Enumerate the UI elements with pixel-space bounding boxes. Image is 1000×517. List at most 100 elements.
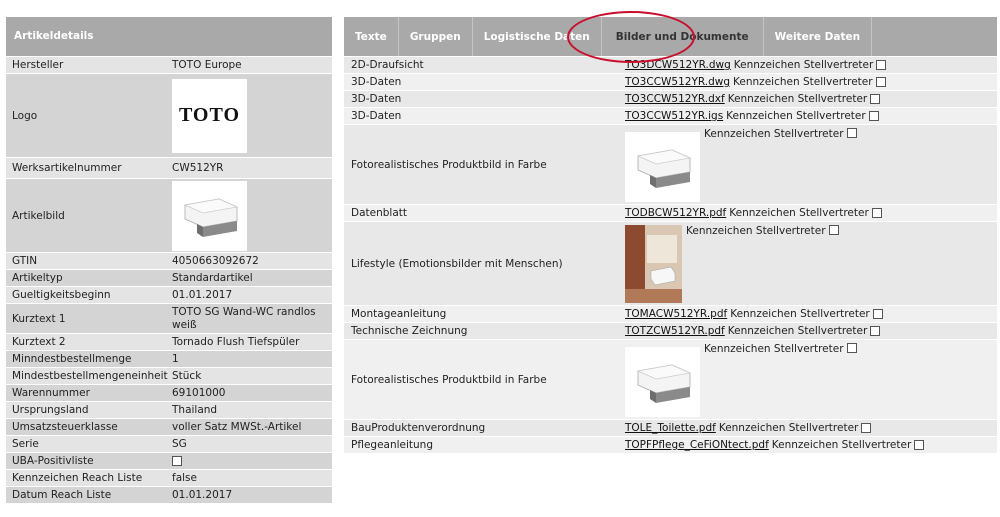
document-type: BauProduktenverordnung bbox=[351, 422, 486, 434]
detail-value: false bbox=[172, 472, 197, 484]
detail-row: Ursprungsland Thailand bbox=[6, 401, 332, 418]
document-type: Pflegeanleitung bbox=[351, 439, 434, 451]
toto-logo: TOTO bbox=[172, 78, 247, 153]
flag-label: Kennzeichen Stellvertreter bbox=[730, 308, 870, 320]
detail-row: Logo TOTO bbox=[6, 73, 332, 157]
document-link[interactable]: TODBCW512YR.pdf bbox=[625, 207, 726, 219]
detail-key: Datum Reach Liste bbox=[12, 489, 112, 501]
detail-row: GTIN 4050663092672 bbox=[6, 252, 332, 269]
detail-row: Artikelbild bbox=[6, 178, 332, 252]
flag-label: Kennzeichen Stellvertreter bbox=[726, 110, 866, 122]
stellvertreter-checkbox[interactable] bbox=[828, 225, 839, 235]
flag-label: Kennzeichen Stellvertreter bbox=[733, 76, 873, 88]
document-type: 3D-Daten bbox=[351, 110, 402, 122]
document-row: Datenblatt TODBCW512YR.pdf Kennzeichen S… bbox=[344, 204, 997, 221]
detail-value: 1 bbox=[172, 353, 179, 365]
document-link[interactable]: TO3CCW512YR.dwg bbox=[625, 76, 730, 88]
product-image-thumbnail[interactable] bbox=[625, 347, 700, 417]
document-row: Technische Zeichnung TOTZCW512YR.pdf Ken… bbox=[344, 322, 997, 339]
stellvertreter-checkbox[interactable] bbox=[871, 208, 882, 218]
detail-row: Minndestbestellmenge 1 bbox=[6, 350, 332, 367]
document-type: Montageanleitung bbox=[351, 308, 447, 320]
detail-value: Tornado Flush Tiefspüler bbox=[172, 336, 300, 348]
detail-key: Minndestbestellmenge bbox=[12, 353, 132, 365]
uba-positivliste-checkbox[interactable] bbox=[172, 456, 182, 466]
stellvertreter-checkbox[interactable] bbox=[914, 440, 925, 450]
tab-bilder-und-dokumente[interactable]: Bilder und Dokumente bbox=[602, 17, 764, 56]
detail-value: SG bbox=[172, 438, 187, 450]
flag-label: Kennzeichen Stellvertreter bbox=[704, 343, 844, 355]
detail-row: Hersteller TOTO Europe bbox=[6, 56, 332, 73]
document-row: 3D-Daten TO3CCW512YR.dwg Kennzeichen Ste… bbox=[344, 73, 997, 90]
lifestyle-image-thumbnail[interactable] bbox=[625, 225, 682, 303]
document-link[interactable]: TO3CCW512YR.dxf bbox=[625, 93, 725, 105]
detail-key: Ursprungsland bbox=[12, 404, 89, 416]
detail-value: voller Satz MWSt.-Artikel bbox=[172, 421, 302, 433]
detail-row: Gueltigkeitsbeginn 01.01.2017 bbox=[6, 286, 332, 303]
detail-key: Hersteller bbox=[12, 59, 64, 71]
document-link[interactable]: TOMACW512YR.pdf bbox=[625, 308, 727, 320]
flag-label: Kennzeichen Stellvertreter bbox=[718, 422, 859, 434]
detail-row: Kurztext 1 TOTO SG Wand-WC randlos weiß bbox=[6, 303, 332, 333]
document-row: Pflegeanleitung TOPFPflege_CeFiONtect.pd… bbox=[344, 436, 997, 453]
document-row: 3D-Daten TO3CCW512YR.dxf Kennzeichen Ste… bbox=[344, 90, 997, 107]
document-link[interactable]: TOPFPflege_CeFiONtect.pdf bbox=[625, 439, 769, 451]
document-link[interactable]: TOLE_Toilette.pdf bbox=[625, 422, 716, 434]
stellvertreter-checkbox[interactable] bbox=[846, 128, 857, 138]
detail-value: 69101000 bbox=[172, 387, 226, 399]
document-link[interactable]: TOTZCW512YR.pdf bbox=[625, 325, 725, 337]
detail-key: Kennzeichen Reach Liste bbox=[12, 472, 143, 484]
detail-row: Artikeltyp Standardartikel bbox=[6, 269, 332, 286]
document-type: Fotorealistisches Produktbild in Farbe bbox=[351, 373, 547, 386]
document-type: Technische Zeichnung bbox=[351, 325, 468, 337]
detail-row: Werksartikelnummer CW512YR bbox=[6, 157, 332, 178]
document-link[interactable]: TO3DCW512YR.dwg bbox=[625, 59, 731, 71]
flag-label: Kennzeichen Stellvertreter bbox=[704, 128, 844, 140]
detail-key: GTIN bbox=[12, 255, 38, 267]
detail-value: Standardartikel bbox=[172, 272, 253, 284]
detail-key: UBA-Positivliste bbox=[12, 455, 94, 467]
tab-weitere-daten[interactable]: Weitere Daten bbox=[764, 17, 873, 56]
product-image-thumbnail[interactable] bbox=[625, 132, 700, 202]
stellvertreter-checkbox[interactable] bbox=[876, 60, 887, 70]
detail-value: CW512YR bbox=[172, 162, 224, 174]
detail-value: 4050663092672 bbox=[172, 255, 259, 267]
stellvertreter-checkbox[interactable] bbox=[861, 423, 872, 433]
detail-value: TOTO SG Wand-WC randlos weiß bbox=[172, 305, 316, 331]
document-row: Fotorealistisches Produktbild in Farbe K… bbox=[344, 339, 997, 419]
document-row: Fotorealistisches Produktbild in Farbe K… bbox=[344, 124, 997, 204]
stellvertreter-checkbox[interactable] bbox=[870, 326, 881, 336]
article-image bbox=[172, 180, 247, 251]
detail-row: Warennummer 69101000 bbox=[6, 384, 332, 401]
detail-row: Mindestbestellmengeneinheit Stück bbox=[6, 367, 332, 384]
detail-key: Kurztext 2 bbox=[12, 336, 66, 348]
detail-value: Thailand bbox=[172, 404, 218, 416]
tab-gruppen[interactable]: Gruppen bbox=[399, 17, 473, 56]
document-row: Lifestyle (Emotionsbilder mit Menschen) … bbox=[344, 221, 997, 305]
stellvertreter-checkbox[interactable] bbox=[875, 77, 886, 87]
article-details-panel: Artikeldetails Hersteller TOTO Europe Lo… bbox=[6, 17, 332, 503]
document-type: Datenblatt bbox=[351, 207, 408, 219]
tab-logistische-daten[interactable]: Logistische Daten bbox=[473, 17, 602, 56]
detail-value: 01.01.2017 bbox=[172, 489, 233, 501]
document-row: 2D-Draufsicht TO3DCW512YR.dwg Kennzeiche… bbox=[344, 56, 997, 73]
flag-label: Kennzeichen Stellvertreter bbox=[729, 207, 869, 219]
detail-row: Datum Reach Liste 01.01.2017 bbox=[6, 486, 332, 503]
flag-label: Kennzeichen Stellvertreter bbox=[727, 93, 868, 105]
document-row: BauProduktenverordnung TOLE_Toilette.pdf… bbox=[344, 419, 997, 436]
document-row: 3D-Daten TO3CCW512YR.igs Kennzeichen Ste… bbox=[344, 107, 997, 124]
tab-bar: Texte Gruppen Logistische Daten Bilder u… bbox=[344, 17, 997, 56]
tab-texte[interactable]: Texte bbox=[344, 17, 399, 56]
document-row: Montageanleitung TOMACW512YR.pdf Kennzei… bbox=[344, 305, 997, 322]
detail-key: Gueltigkeitsbeginn bbox=[12, 289, 111, 301]
detail-key: Logo bbox=[12, 109, 38, 122]
stellvertreter-checkbox[interactable] bbox=[870, 94, 881, 104]
stellvertreter-checkbox[interactable] bbox=[846, 343, 857, 353]
detail-row: Serie SG bbox=[6, 435, 332, 452]
stellvertreter-checkbox[interactable] bbox=[872, 309, 883, 319]
document-link[interactable]: TO3CCW512YR.igs bbox=[625, 110, 723, 122]
stellvertreter-checkbox[interactable] bbox=[868, 111, 879, 121]
detail-key: Kurztext 1 bbox=[12, 312, 66, 325]
detail-key: Artikelbild bbox=[12, 209, 65, 222]
detail-row: Kurztext 2 Tornado Flush Tiefspüler bbox=[6, 333, 332, 350]
